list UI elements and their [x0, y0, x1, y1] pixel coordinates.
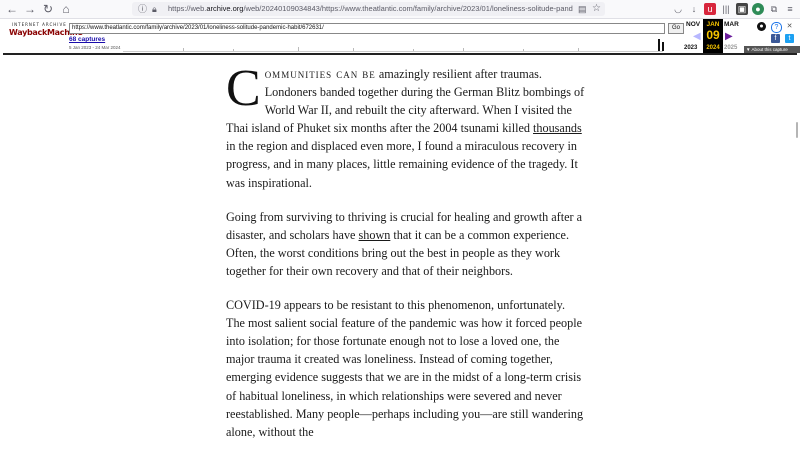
forward-arrow-icon[interactable]: →: [22, 1, 38, 17]
capture-sparkline[interactable]: [123, 36, 664, 52]
next-month-label[interactable]: MAR: [724, 21, 739, 28]
prev-year-label[interactable]: 2023: [684, 45, 697, 51]
bookmark-star-icon[interactable]: ☆: [592, 2, 601, 16]
thousands-link[interactable]: thousands: [533, 121, 582, 135]
close-icon[interactable]: ✕: [785, 22, 794, 31]
address-text[interactable]: https://web.archive.org/web/202401090348…: [168, 2, 573, 16]
shown-link[interactable]: shown: [359, 228, 391, 242]
prev-capture-arrow-icon[interactable]: ◀: [693, 31, 701, 42]
drop-cap: C: [226, 60, 261, 117]
menu-icon[interactable]: ≡: [784, 3, 796, 15]
twitter-icon[interactable]: t: [785, 34, 794, 43]
wayback-logo-caption: INTERNET ARCHIVE: [12, 22, 67, 27]
reader-view-icon[interactable]: ▤: [578, 2, 587, 16]
current-year-label: 2024: [706, 45, 720, 51]
wayback-url-input[interactable]: https://www.theatlantic.com/family/archi…: [69, 23, 665, 34]
sync-icon[interactable]: ●: [752, 3, 764, 15]
article-body: Communities can be amazingly resilient a…: [226, 60, 586, 457]
facebook-icon[interactable]: f: [771, 34, 780, 43]
scrollbar-thumb[interactable]: [796, 122, 798, 138]
current-month-label: JAN: [706, 21, 720, 28]
captures-link[interactable]: 68 captures: [69, 36, 105, 43]
paragraph-3: COVID-19 appears to be resistant to this…: [226, 298, 584, 439]
reload-icon[interactable]: ↻: [40, 1, 56, 17]
wayback-logo[interactable]: WaybackMachine: [9, 28, 83, 37]
pocket-icon[interactable]: ◡: [672, 3, 684, 15]
current-day-label: 09: [706, 28, 720, 42]
paragraph-2: Going from surviving to thriving is cruc…: [226, 209, 583, 278]
browser-toolbar: ← → ↻ ⌂ ⓘ 🔒︎ https://web.archive.org/web…: [0, 0, 800, 19]
next-year-label[interactable]: 2025: [724, 45, 737, 51]
home-icon[interactable]: ⌂: [58, 1, 74, 17]
current-capture-date: JAN 09 2024: [703, 19, 723, 53]
back-arrow-icon[interactable]: ←: [4, 1, 20, 17]
extension-icon[interactable]: ▣: [736, 3, 748, 15]
barcode-icon[interactable]: |||: [720, 3, 732, 15]
prev-month-label[interactable]: NOV: [686, 21, 700, 28]
lock-icon[interactable]: 🔒︎: [152, 2, 157, 16]
next-capture-arrow-icon[interactable]: ▶: [725, 31, 733, 42]
about-capture-button[interactable]: ▼ About this capture: [744, 46, 800, 53]
extensions-puzzle-icon[interactable]: ⧉: [768, 3, 780, 15]
wayback-toolbar: INTERNET ARCHIVE WaybackMachine https://…: [3, 19, 800, 55]
page-info-icon[interactable]: ⓘ: [138, 2, 147, 16]
ublock-icon[interactable]: u: [704, 3, 716, 15]
wayback-go-button[interactable]: Go: [668, 23, 684, 34]
lead-in-smallcaps: ommunities can be: [264, 67, 376, 81]
account-icon[interactable]: ●: [757, 22, 766, 31]
capture-range: 5 Jan 2023 - 24 Mar 2024: [69, 45, 121, 50]
download-icon[interactable]: ↓: [688, 3, 700, 15]
paragraph-1: Communities can be amazingly resilient a…: [226, 60, 585, 190]
help-icon[interactable]: ?: [771, 22, 782, 33]
address-bar[interactable]: ⓘ 🔒︎ https://web.archive.org/web/2024010…: [132, 2, 605, 16]
